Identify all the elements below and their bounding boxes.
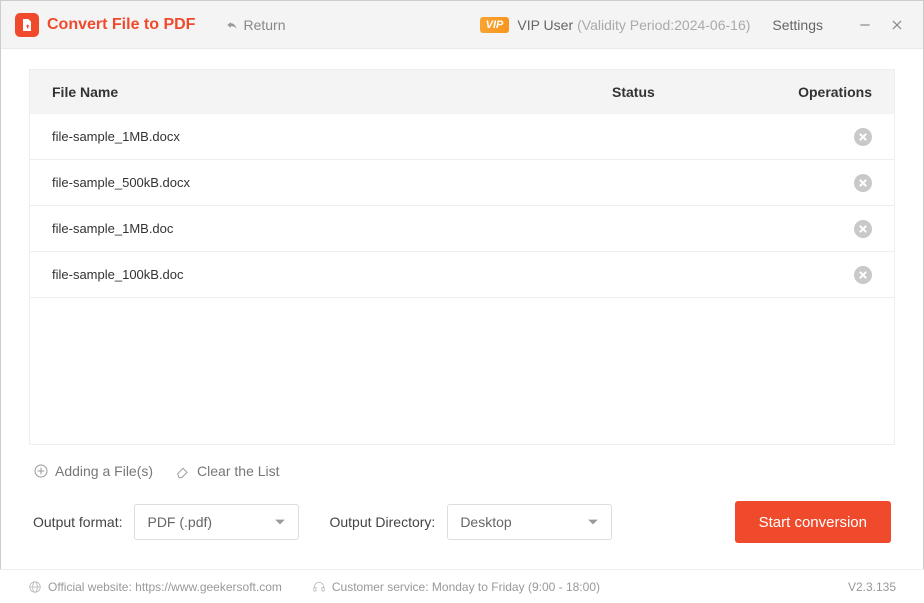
headset-icon [312,580,326,594]
operations-cell [772,266,872,284]
chevron-down-icon [274,516,286,528]
remove-icon [859,133,867,141]
output-directory-value: Desktop [460,514,511,530]
settings-button[interactable]: Settings [772,17,823,33]
official-website-link[interactable]: Official website: https://www.geekersoft… [28,580,282,594]
close-icon [890,18,904,32]
validity-period: (Validity Period:2024-06-16) [577,17,750,33]
title-bar: Convert File to PDF Return VIP VIP User … [1,1,923,49]
main-content: File Name Status Operations file-sample_… [1,49,923,555]
vip-user-label: VIP User [517,17,573,33]
table-row: file-sample_1MB.doc [30,206,894,252]
file-name-cell: file-sample_1MB.docx [52,129,612,144]
output-directory-dropdown[interactable]: Desktop [447,504,612,540]
add-file-label: Adding a File(s) [55,463,153,479]
remove-file-button[interactable] [854,220,872,238]
output-format-dropdown[interactable]: PDF (.pdf) [134,504,299,540]
remove-icon [859,225,867,233]
eraser-icon [175,463,191,479]
globe-icon [28,580,42,594]
column-header-operations: Operations [772,84,872,100]
table-header: File Name Status Operations [30,70,894,114]
file-name-cell: file-sample_100kB.doc [52,267,612,282]
table-body: file-sample_1MB.docx file-sample_500kB.d… [30,114,894,444]
status-bar: Official website: https://www.geekersoft… [0,569,924,603]
remove-file-button[interactable] [854,128,872,146]
column-header-name: File Name [52,84,612,100]
website-label: Official website: https://www.geekersoft… [48,580,282,594]
return-arrow-icon [225,18,239,32]
operations-cell [772,128,872,146]
version-label: V2.3.135 [848,580,896,594]
service-label: Customer service: Monday to Friday (9:00… [332,580,600,594]
plus-circle-icon [33,463,49,479]
column-header-status: Status [612,84,772,100]
app-logo-icon [15,13,39,37]
minimize-icon [858,18,872,32]
clear-list-button[interactable]: Clear the List [175,463,279,479]
file-name-cell: file-sample_1MB.doc [52,221,612,236]
table-row: file-sample_100kB.doc [30,252,894,298]
remove-file-button[interactable] [854,174,872,192]
chevron-down-icon [587,516,599,528]
table-actions-bar: Adding a File(s) Clear the List [29,445,895,493]
output-format-value: PDF (.pdf) [147,514,212,530]
customer-service-info: Customer service: Monday to Friday (9:00… [312,580,600,594]
output-directory-label: Output Directory: [329,514,435,530]
page-title: Convert File to PDF [47,16,195,34]
operations-cell [772,174,872,192]
remove-icon [859,179,867,187]
return-button[interactable]: Return [225,17,285,33]
file-name-cell: file-sample_500kB.docx [52,175,612,190]
close-button[interactable] [885,13,909,37]
vip-badge: VIP [480,17,510,33]
operations-cell [772,220,872,238]
file-table: File Name Status Operations file-sample_… [29,69,895,445]
return-label: Return [243,17,285,33]
clear-list-label: Clear the List [197,463,279,479]
remove-file-button[interactable] [854,266,872,284]
output-format-label: Output format: [33,514,122,530]
table-row: file-sample_1MB.docx [30,114,894,160]
remove-icon [859,271,867,279]
add-file-button[interactable]: Adding a File(s) [33,463,153,479]
bottom-controls: Output format: PDF (.pdf) Output Directo… [29,493,895,555]
minimize-button[interactable] [853,13,877,37]
table-row: file-sample_500kB.docx [30,160,894,206]
start-conversion-button[interactable]: Start conversion [735,501,891,543]
